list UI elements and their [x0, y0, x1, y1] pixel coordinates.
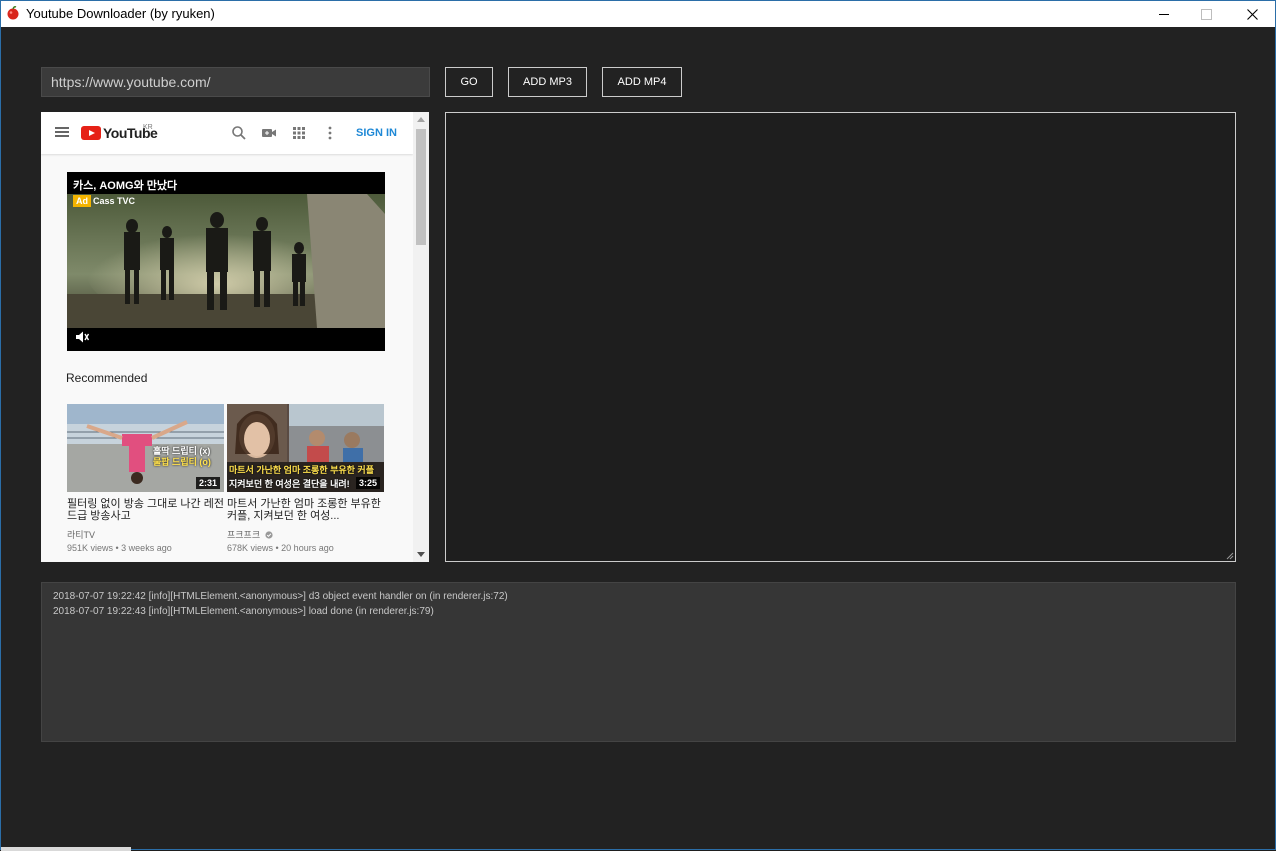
verified-icon: [265, 531, 273, 539]
video-channel-name: 프크프크: [227, 530, 261, 540]
app-window: Youtube Downloader (by ryuken) GO ADD MP…: [0, 0, 1276, 851]
minimize-button[interactable]: [1141, 1, 1187, 27]
video-card[interactable]: 홀딱 드립티 (x) 물팝 드립티 (o) 2:31 필터링 없이 방송 그대로…: [67, 404, 224, 553]
video-meta: 678K views • 20 hours ago: [227, 543, 334, 553]
video-duration: 2:31: [195, 477, 220, 489]
scrollbar-thumb[interactable]: [416, 129, 426, 245]
video-card[interactable]: 마트서 가난한 엄마 조롱한 부유한 커플 지켜보던 한 여성은 결단을 내려!…: [227, 404, 384, 553]
search-icon[interactable]: [231, 125, 247, 141]
youtube-play-icon: [81, 126, 101, 140]
region-label: KR: [143, 124, 153, 131]
close-icon: [1246, 8, 1258, 20]
minimize-icon: [1158, 13, 1169, 15]
mute-icon[interactable]: [75, 330, 89, 344]
bottom-edge-strip: [1, 847, 131, 851]
thumbnail-caption-line1: 마트서 가난한 엄마 조롱한 부유한 커플: [229, 465, 374, 475]
log-line: 2018-07-07 19:22:43 [info][HTMLElement.<…: [53, 606, 434, 617]
add-mp4-button[interactable]: ADD MP4: [602, 67, 682, 97]
ad-badge: Ad: [73, 195, 91, 207]
thumbnail-caption-line2: 물팝 드립티 (o): [153, 457, 211, 467]
maximize-icon: [1200, 8, 1212, 20]
video-channel[interactable]: 라티TV: [67, 528, 224, 541]
ad-video-player[interactable]: 카스, AOMG와 만났다 Ad Cass TVC: [67, 172, 385, 351]
webview-scrollbar[interactable]: [413, 112, 429, 562]
youtube-header: YouTube KR SIGN IN: [41, 112, 413, 154]
maximize-button[interactable]: [1183, 1, 1229, 27]
title-bar[interactable]: Youtube Downloader (by ryuken): [1, 1, 1275, 27]
recommended-heading: Recommended: [66, 371, 148, 385]
close-button[interactable]: [1229, 1, 1275, 27]
scroll-down-arrow-icon[interactable]: [413, 546, 429, 562]
thumbnail-caption: 홀딱 드립티 (x) 물팝 드립티 (o): [153, 446, 211, 468]
video-title[interactable]: 마트서 가난한 엄마 조롱한 부유한 커플, 지켜보던 한 여성...: [227, 498, 384, 524]
sign-in-link[interactable]: SIGN IN: [356, 127, 397, 139]
apps-grid-icon[interactable]: [291, 125, 307, 141]
download-list-area[interactable]: [445, 112, 1236, 562]
add-mp3-button[interactable]: ADD MP3: [508, 67, 587, 97]
go-button[interactable]: GO: [445, 67, 493, 97]
ad-video-frame: [67, 194, 385, 328]
video-title[interactable]: 필터링 없이 방송 그대로 나간 레전드급 방송사고: [67, 498, 224, 524]
video-duration: 3:25: [355, 477, 380, 489]
ad-title: 카스, AOMG와 만났다: [73, 180, 178, 192]
video-thumbnail[interactable]: 홀딱 드립티 (x) 물팝 드립티 (o) 2:31: [67, 404, 224, 492]
apple-icon: [7, 6, 19, 20]
log-panel: 2018-07-07 19:22:42 [info][HTMLElement.<…: [41, 582, 1236, 742]
ad-channel: Cass TVC: [93, 196, 136, 206]
scroll-up-arrow-icon[interactable]: [413, 112, 429, 128]
more-vertical-icon[interactable]: [322, 125, 338, 141]
log-line: 2018-07-07 19:22:42 [info][HTMLElement.<…: [53, 591, 508, 602]
menu-icon[interactable]: [55, 127, 69, 138]
video-camera-icon[interactable]: [261, 125, 277, 141]
youtube-webview[interactable]: YouTube KR SIGN IN 카스, AOMG와 만났다 Ad Cass…: [41, 112, 429, 562]
url-input[interactable]: [41, 67, 430, 97]
video-meta: 951K views • 3 weeks ago: [67, 543, 172, 553]
video-thumbnail[interactable]: 마트서 가난한 엄마 조롱한 부유한 커플 지켜보던 한 여성은 결단을 내려!…: [227, 404, 384, 492]
thumbnail-caption-line1: 홀딱 드립티 (x): [153, 446, 211, 456]
video-channel[interactable]: 프크프크: [227, 528, 384, 541]
resize-grip-icon[interactable]: [1225, 551, 1234, 560]
window-title: Youtube Downloader (by ryuken): [26, 6, 215, 21]
